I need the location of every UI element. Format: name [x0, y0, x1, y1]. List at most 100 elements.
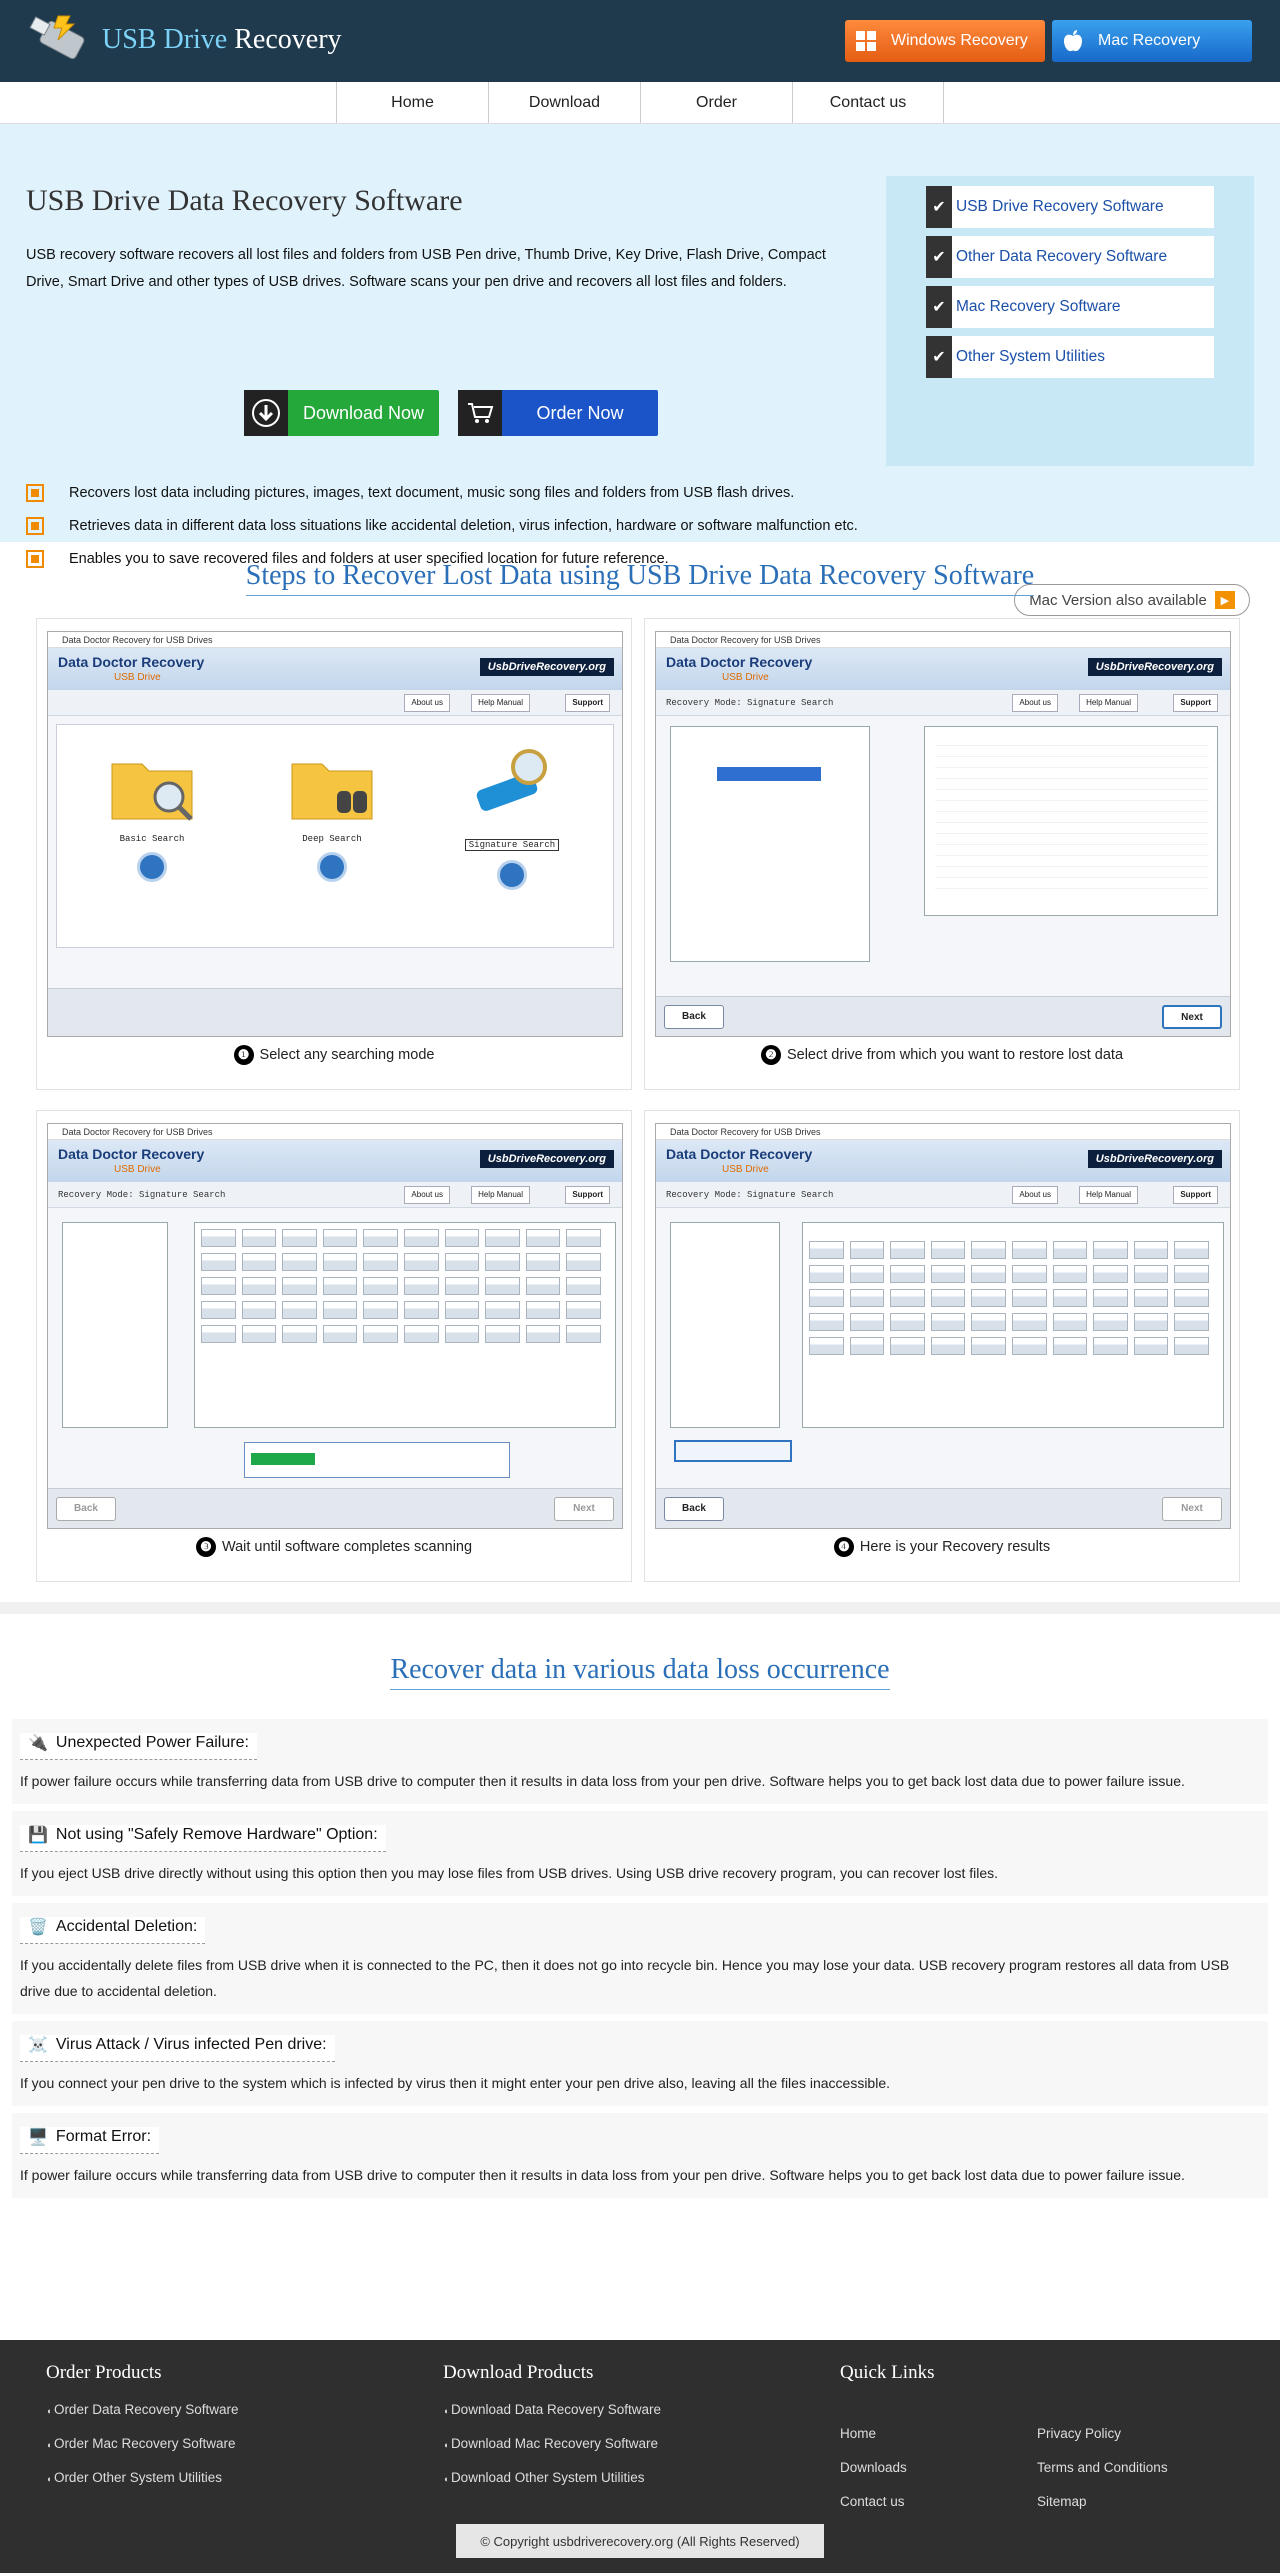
check-icon: ✔	[926, 336, 952, 378]
step-4-screenshot: Data Doctor Recovery for USB Drives Data…	[655, 1123, 1231, 1529]
footer-link-home[interactable]: Home	[840, 2426, 876, 2441]
drive-tree-panel[interactable]	[670, 726, 870, 962]
back-button[interactable]: Back	[56, 1497, 116, 1521]
step-2-screenshot: Data Doctor Recovery for USB Drives Data…	[655, 631, 1231, 1037]
data-loss-cases: 🔌 Unexpected Power Failure: If power fail…	[12, 1719, 1268, 2205]
footer-link-contact[interactable]: Contact us	[840, 2494, 905, 2509]
windows-icon	[851, 26, 881, 56]
site-header: USB Drive Recovery Windows Recovery Mac …	[0, 0, 1280, 82]
about-us-button[interactable]: About us	[1012, 694, 1058, 712]
next-button[interactable]: Next	[554, 1497, 614, 1521]
footer-link[interactable]: Download Mac Recovery Software	[443, 2436, 661, 2470]
step-4-caption: ❹ Here is your Recovery results	[645, 1537, 1239, 1557]
order-now-label: Order Now	[536, 402, 624, 423]
footer-link-sitemap[interactable]: Sitemap	[1037, 2494, 1087, 2509]
side-link-system-utilities[interactable]: ✔ Other System Utilities	[926, 336, 1214, 378]
footer-order-column: Order Products Order Data Recovery Softw…	[46, 2362, 239, 2504]
step-4-card: Data Doctor Recovery for USB Drives Data…	[644, 1110, 1240, 1582]
cart-icon	[458, 390, 502, 436]
help-manual-button[interactable]: Help Manual	[1079, 694, 1138, 712]
app-name: Data Doctor Recovery	[58, 1146, 205, 1162]
feature-text: Retrieves data in different data loss si…	[69, 517, 858, 534]
app-footer: Back Next	[48, 1488, 622, 1528]
next-button[interactable]: Next	[1162, 1497, 1222, 1521]
check-icon: ✔	[926, 286, 952, 328]
help-manual-button[interactable]: Help Manual	[1079, 1186, 1138, 1204]
logo-text-recovery: Recovery	[227, 24, 342, 55]
selected-drive-row[interactable]	[717, 767, 821, 781]
case-title: Format Error:	[55, 2128, 152, 2145]
about-us-button[interactable]: About us	[1012, 1186, 1058, 1204]
case-power-failure: 🔌 Unexpected Power Failure: If power fail…	[12, 1719, 1268, 1805]
side-link-other-data-recovery[interactable]: ✔ Other Data Recovery Software	[926, 236, 1214, 278]
mac-recovery-button[interactable]: Mac Recovery	[1052, 20, 1252, 62]
found-files-panel[interactable]	[194, 1222, 616, 1428]
support-button[interactable]: Support	[1173, 1186, 1218, 1204]
nav-home[interactable]: Home	[336, 82, 488, 123]
file-types-panel[interactable]	[670, 1222, 780, 1428]
open-folder-button[interactable]	[674, 1440, 792, 1462]
case-accidental-deletion: 🗑️ Accidental Deletion: If you accidental…	[12, 1903, 1268, 2015]
folder-binoculars-icon	[291, 763, 373, 820]
mode-deep[interactable]: Deep Search	[257, 739, 407, 890]
mode-signature[interactable]: Signature Search	[437, 739, 587, 898]
app-header: Data Doctor Recovery USB Drive UsbDriveR…	[656, 1140, 1230, 1182]
nav-download[interactable]: Download	[488, 82, 640, 123]
back-button[interactable]: Back	[664, 1497, 724, 1521]
monitor-icon: 🖥️	[28, 2129, 48, 2146]
footer-link[interactable]: Order Data Recovery Software	[46, 2402, 239, 2436]
file-icons-grid	[201, 1229, 601, 1343]
about-us-button[interactable]: About us	[404, 1186, 450, 1204]
app-sub: USB Drive	[114, 1164, 161, 1175]
windows-recovery-button[interactable]: Windows Recovery	[845, 20, 1045, 62]
nav-order[interactable]: Order	[640, 82, 792, 123]
download-now-button[interactable]: Download Now	[244, 390, 439, 436]
footer-link[interactable]: Download Data Recovery Software	[443, 2402, 661, 2436]
footer-heading: Download Products	[443, 2362, 594, 2383]
mode-basic[interactable]: Basic Search	[77, 739, 227, 890]
nav-contact[interactable]: Contact us	[792, 82, 944, 123]
order-now-button[interactable]: Order Now	[458, 390, 658, 436]
recovered-files-panel[interactable]	[802, 1222, 1224, 1428]
main-nav: Home Download Order Contact us	[0, 82, 1280, 124]
step-1-screenshot: Data Doctor Recovery for USB Drives Data…	[47, 631, 623, 1037]
footer-link[interactable]: Order Other System Utilities	[46, 2470, 239, 2504]
side-link-mac-recovery[interactable]: ✔ Mac Recovery Software	[926, 286, 1214, 328]
back-button[interactable]: Back	[664, 1005, 724, 1029]
app-brand: UsbDriveRecovery.org	[1087, 1150, 1222, 1168]
search-modes-panel: Basic Search Deep Search Signature Searc…	[56, 724, 614, 948]
play-button-icon[interactable]	[137, 852, 167, 882]
case-title: Not using "Safely Remove Hardware" Optio…	[55, 1826, 378, 1843]
app-footer: Back Next	[656, 1488, 1230, 1528]
app-sub: USB Drive	[722, 672, 769, 683]
about-us-button[interactable]: About us	[404, 694, 450, 712]
footer-link-terms[interactable]: Terms and Conditions	[1037, 2460, 1168, 2475]
side-link-usb-recovery[interactable]: ✔ USB Drive Recovery Software	[926, 186, 1214, 228]
side-link-label: USB Drive Recovery Software	[956, 198, 1164, 215]
help-manual-button[interactable]: Help Manual	[471, 694, 530, 712]
app-toolbar: Recovery Mode: Signature Search About us…	[656, 1182, 1230, 1208]
step-3-caption: ❸ Wait until software completes scanning	[37, 1537, 631, 1557]
next-button[interactable]: Next	[1162, 1005, 1222, 1029]
footer-link[interactable]: Order Mac Recovery Software	[46, 2436, 239, 2470]
support-button[interactable]: Support	[565, 1186, 610, 1204]
play-button-icon[interactable]	[317, 852, 347, 882]
logo-text-usb: USB Drive	[102, 24, 228, 55]
support-button[interactable]: Support	[1173, 694, 1218, 712]
skull-icon: ☠️	[28, 2037, 48, 2054]
window-title: Data Doctor Recovery for USB Drives	[48, 632, 622, 648]
support-button[interactable]: Support	[565, 694, 610, 712]
app-toolbar: About us Help Manual Support	[48, 690, 622, 716]
footer-link[interactable]: Download Other System Utilities	[443, 2470, 661, 2504]
case-format-error: 🖥️ Format Error: If power failure occurs …	[12, 2113, 1268, 2199]
help-manual-button[interactable]: Help Manual	[471, 1186, 530, 1204]
download-now-label: Download Now	[302, 402, 425, 423]
play-button-icon[interactable]	[497, 860, 527, 890]
file-types-panel[interactable]	[62, 1222, 168, 1428]
feature-text: Recovers lost data including pictures, i…	[69, 484, 795, 501]
footer-download-column: Download Products Download Data Recovery…	[443, 2362, 661, 2504]
app-brand: UsbDriveRecovery.org	[479, 658, 614, 676]
footer-link-downloads[interactable]: Downloads	[840, 2460, 907, 2475]
site-logo[interactable]: USB Drive Recovery	[28, 14, 342, 66]
footer-link-privacy[interactable]: Privacy Policy	[1037, 2426, 1121, 2441]
